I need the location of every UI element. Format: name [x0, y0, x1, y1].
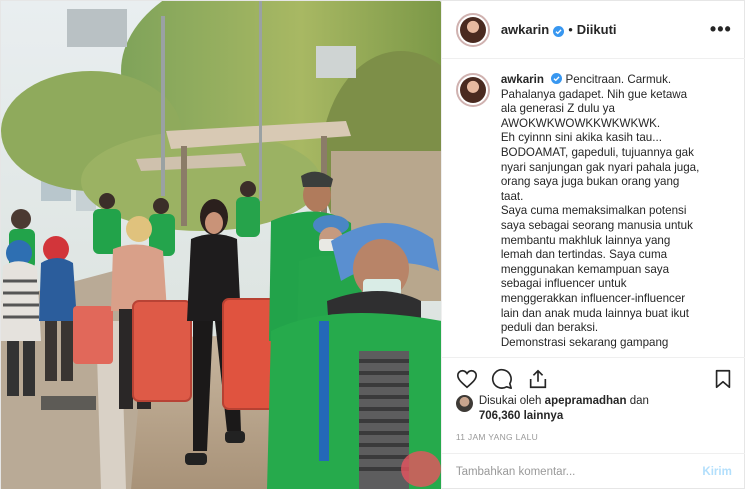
post-photo[interactable]	[1, 1, 441, 489]
action-bar	[441, 357, 745, 397]
caption-line: Pencitraan. Carmuk.	[565, 73, 672, 86]
heart-icon[interactable]	[456, 368, 478, 390]
instagram-post: awkarin • Diikuti ••• awkarin Pencitraan…	[0, 0, 745, 489]
follow-status-button[interactable]: Diikuti	[577, 22, 617, 37]
likes-conjunction: dan	[629, 395, 649, 407]
caption-line: BODOAMAT, gapeduli, tujuannya gak	[500, 145, 694, 159]
caption-username[interactable]: awkarin	[501, 73, 544, 86]
caption-line: Pahalanya gadapet. Nih gue ketawa	[500, 87, 688, 101]
comment-form: Tambahkan komentar... Kirim	[441, 453, 745, 489]
liker-avatar[interactable]	[455, 395, 473, 412]
separator-dot: •	[568, 22, 573, 37]
caption-line: membantu makhluk lainnya yang	[500, 233, 671, 247]
comment-input[interactable]: Tambahkan komentar...	[456, 466, 703, 478]
caption-line: taat.	[500, 189, 524, 203]
caption-line: sebagai influencer untuk	[500, 277, 627, 291]
post-caption: awkarin Pencitraan. Carmuk. Pahalanya ga…	[501, 73, 732, 355]
caption-line: lain dan anak muda lainnya buat ikut	[500, 306, 690, 320]
caption-line: AWOKWKWOWKKWKWKWK.	[500, 116, 661, 130]
verified-badge-icon	[553, 24, 565, 37]
caption-line: Eh cyinnn sini akika kasih tau...	[500, 131, 662, 145]
bookmark-icon[interactable]	[712, 368, 734, 390]
username-link[interactable]: awkarin	[501, 22, 549, 37]
caption-line: Demonstrasi sekarang gampang	[500, 335, 669, 349]
comment-bubble-icon[interactable]	[491, 368, 513, 390]
more-options-icon[interactable]: •••	[710, 19, 732, 40]
caption-line: orang saya juga bukan orang yang	[500, 175, 680, 189]
caption-line: menggunakan kemampuan saya	[500, 262, 670, 276]
caption-line: peduli dan beraksi.	[500, 321, 599, 335]
likes-text: Disukai oleh apepramadhan dan 706,360 la…	[479, 394, 649, 424]
share-icon[interactable]	[527, 368, 549, 390]
avatar[interactable]	[455, 73, 490, 107]
caption-line: lemah dan tertindas. Saya cuma	[500, 248, 668, 262]
likes-prefix: Disukai oleh	[478, 395, 542, 407]
caption-line: menggerakkan influencer-influencer	[500, 291, 686, 305]
post-comment-button[interactable]: Kirim	[702, 466, 731, 478]
post-sidebar: awkarin • Diikuti ••• awkarin Pencitraan…	[440, 1, 745, 489]
caption-line: ala generasi Z dulu ya	[500, 102, 615, 116]
likes-suffix[interactable]: lainnya	[524, 410, 564, 422]
post-timestamp[interactable]: 11 JAM YANG LALU	[456, 432, 538, 442]
caption-line: Saya cuma memaksimalkan potensi	[500, 204, 687, 218]
caption-line: nyari sanjungan gak nyari pahala juga,	[500, 160, 700, 174]
caption-area: awkarin Pencitraan. Carmuk. Pahalanya ga…	[442, 59, 745, 355]
post-header: awkarin • Diikuti •••	[441, 1, 745, 59]
likes-summary: Disukai oleh apepramadhan dan 706,360 la…	[455, 394, 736, 424]
verified-badge-icon	[551, 73, 563, 84]
caption-line: saya sebagai seorang manusia untuk	[500, 218, 693, 232]
likes-count-link[interactable]: 706,360	[479, 410, 521, 422]
liker-username-link[interactable]: apepramadhan	[545, 395, 627, 407]
avatar[interactable]	[455, 12, 490, 47]
